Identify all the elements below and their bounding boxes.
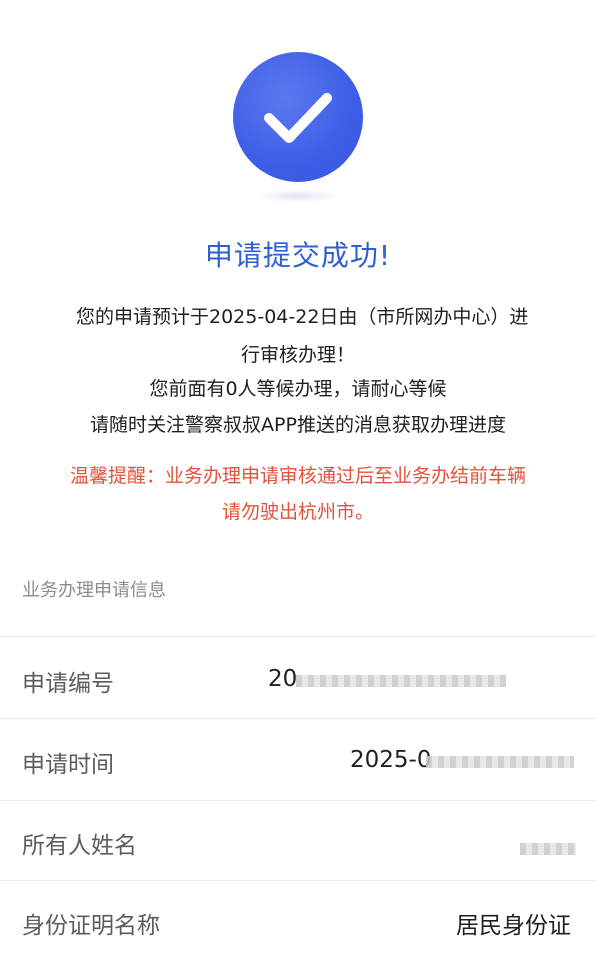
row-value-application-time: 2025-0 — [350, 747, 432, 773]
notice-line-1: 温馨提醒：业务办理申请审核通过后至业务办结前车辆 — [69, 465, 526, 487]
divider — [0, 636, 596, 637]
divider — [0, 718, 596, 719]
redacted-mosaic — [296, 675, 506, 687]
check-mark-icon — [264, 93, 332, 143]
redacted-mosaic — [520, 843, 576, 855]
row-label-application-time: 申请时间 — [22, 752, 114, 778]
row-label-application-number: 申请编号 — [22, 671, 114, 697]
row-value-application-number: 20 — [268, 666, 298, 692]
message-line-3: 您前面有0人等候办理，请耐心等候 — [149, 378, 447, 400]
message-line-4: 请随时关注警察叔叔APP推送的消息获取办理进度 — [90, 414, 506, 436]
row-label-owner-name: 所有人姓名 — [22, 833, 137, 859]
notice-line-2: 请勿驶出杭州市。 — [221, 501, 374, 523]
divider — [0, 800, 596, 801]
success-title: 申请提交成功! — [204, 239, 392, 272]
info-section-title: 业务办理申请信息 — [22, 580, 166, 601]
row-value-id-document-type: 居民身份证 — [456, 913, 571, 939]
redacted-mosaic — [426, 756, 574, 768]
success-icon-group — [233, 52, 363, 202]
icon-shadow — [258, 190, 338, 202]
message-line-1: 您的申请预计于2025-04-22日由（市所网办中心）进 — [76, 306, 529, 328]
row-label-id-document-type: 身份证明名称 — [22, 913, 160, 939]
check-circle-icon — [233, 52, 363, 182]
message-line-2: 行审核办理！ — [240, 344, 355, 366]
divider — [0, 880, 596, 881]
